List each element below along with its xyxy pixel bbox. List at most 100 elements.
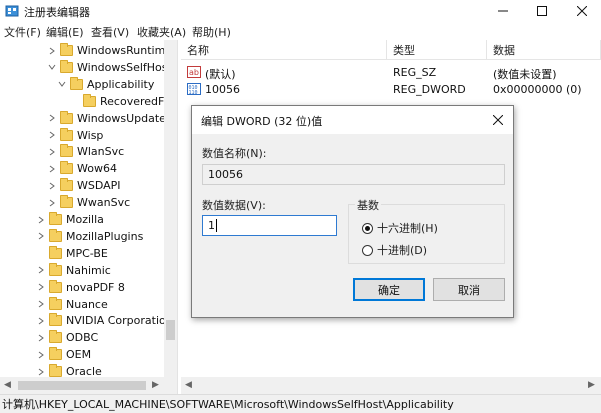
tree-node[interactable]: NVIDIA Corporation [36,312,173,329]
tree-horizontal-scrollbar[interactable]: ◀ ▶ [0,377,177,394]
value-row[interactable]: ab (默认) REG_SZ (数值未设置) [181,64,601,81]
folder-icon [49,228,62,242]
folder-icon [49,245,62,259]
cancel-button[interactable]: 取消 [433,278,505,301]
tree-node[interactable]: OEM [36,346,91,363]
value-name-text: 10056 [208,168,243,181]
scroll-right-icon[interactable]: ▶ [152,380,159,390]
maximize-icon [537,6,547,16]
tree-node[interactable]: Nahimic [36,262,111,279]
tree-node[interactable]: MPC-BE [36,245,108,262]
radio-decimal[interactable]: 十进制(D) [362,242,427,258]
expand-arrow-icon[interactable] [36,333,46,343]
tree-node[interactable]: WwanSvc [47,194,130,211]
tree-node-label: MPC-BE [66,246,108,260]
expand-arrow-icon[interactable] [36,231,46,241]
tree-node[interactable]: Wow64 [47,160,117,177]
minimize-icon [498,10,508,12]
folder-icon [60,43,73,56]
scroll-right-icon[interactable]: ▶ [588,380,595,390]
tree-node-label: WindowsRuntime [77,44,173,57]
tree-node-label: WlanSvc [77,145,125,159]
expand-arrow-icon[interactable] [36,215,46,225]
close-icon [493,115,503,125]
expand-arrow-icon[interactable] [47,147,57,157]
tree-node[interactable]: Applicability [57,76,154,93]
radio-hex-label: 十六进制(H) [377,222,438,235]
value-data-input[interactable]: 1 [202,215,337,236]
collapse-arrow-icon[interactable] [57,79,67,89]
scroll-left-icon[interactable]: ◀ [185,380,192,390]
ok-button[interactable]: 确定 [353,278,425,301]
svg-text:110: 110 [189,90,198,96]
tree-node-label: OEM [66,348,92,362]
value-data: 0x00000000 (0) [493,83,582,96]
close-icon [577,6,587,16]
expand-arrow-icon[interactable] [36,316,46,326]
tree-node[interactable]: Wisp [47,127,103,144]
svg-text:ab: ab [189,68,199,77]
binary-value-icon: 010 110 [187,83,201,96]
tree-node-label: WindowsSelfHost [77,60,172,74]
tree-node-label: WSDAPI [77,179,121,193]
expand-arrow-icon[interactable] [47,46,57,56]
folder-icon [60,161,73,175]
expand-arrow-icon[interactable] [47,130,57,140]
menu-file[interactable]: 文件(F) [4,24,41,40]
tree-node-label: RecoveredFr [100,94,169,108]
tree-node[interactable]: WSDAPI [47,177,121,194]
tree-vertical-scrollbar[interactable] [164,40,177,377]
menu-favorites[interactable]: 收藏夹(A) [137,24,186,40]
collapse-arrow-icon[interactable] [47,62,57,72]
tree-node[interactable]: WindowsRuntime [47,42,172,59]
minimize-button[interactable] [486,0,520,22]
expand-arrow-icon[interactable] [47,198,57,208]
column-type[interactable]: 类型 [387,40,487,60]
folder-icon [83,93,96,107]
folder-icon [60,59,73,73]
value-row[interactable]: 010 110 10056 REG_DWORD 0x00000000 (0) [181,81,601,98]
tree-node[interactable]: Mozilla [36,211,104,228]
column-name[interactable]: 名称 [181,40,387,60]
folder-icon [60,144,73,158]
expand-arrow-icon[interactable] [36,350,46,360]
tree-scroll-thumb[interactable] [166,320,175,340]
dialog-close-button[interactable] [483,106,513,134]
tree-node[interactable]: WindowsSelfHost [47,59,172,76]
maximize-button[interactable] [525,0,559,22]
tree-node[interactable]: novaPDF 8 [36,279,125,296]
text-caret [216,219,217,232]
expand-arrow-icon[interactable] [36,265,46,275]
tree-node[interactable]: MozillaPlugins [36,228,143,245]
menu-help[interactable]: 帮助(H) [192,24,231,40]
menu-bar: 文件(F) 编辑(E) 查看(V) 收藏夹(A) 帮助(H) [0,22,601,40]
scroll-left-icon[interactable]: ◀ [4,380,11,390]
folder-icon [60,195,73,209]
value-name-label: 数值名称(N): [202,147,267,160]
tree-node[interactable]: WlanSvc [47,143,124,160]
column-data[interactable]: 数据 [487,40,601,60]
expand-arrow-icon[interactable] [36,367,46,377]
close-button[interactable] [565,0,599,22]
menu-view[interactable]: 查看(V) [91,24,129,40]
values-horizontal-scrollbar[interactable]: ◀ ▶ [181,377,601,394]
tree-hscroll-thumb[interactable] [18,381,146,390]
tree-node[interactable]: Nuance [36,296,108,313]
tree-node-label: Nahimic [66,263,111,277]
tree-node[interactable]: ODBC [36,329,98,346]
radio-hexadecimal[interactable]: 十六进制(H) [362,220,438,236]
expand-arrow-icon[interactable] [36,282,46,292]
folder-icon [60,110,73,124]
radio-unselected-icon [362,244,373,256]
registry-tree[interactable]: WindowsRuntime WindowsSelfHost Applicabili… [0,40,177,394]
expand-arrow-icon[interactable] [47,164,57,174]
expand-arrow-icon[interactable] [36,299,46,309]
expand-arrow-icon[interactable] [47,181,57,191]
expand-arrow-icon[interactable] [47,113,57,123]
title-bar: 注册表编辑器 [0,0,601,22]
value-name-field[interactable]: 10056 [202,164,505,185]
tree-node[interactable]: WindowsUpdate [47,110,166,127]
menu-edit[interactable]: 编辑(E) [46,24,84,40]
tree-node[interactable]: RecoveredFr [70,93,168,110]
